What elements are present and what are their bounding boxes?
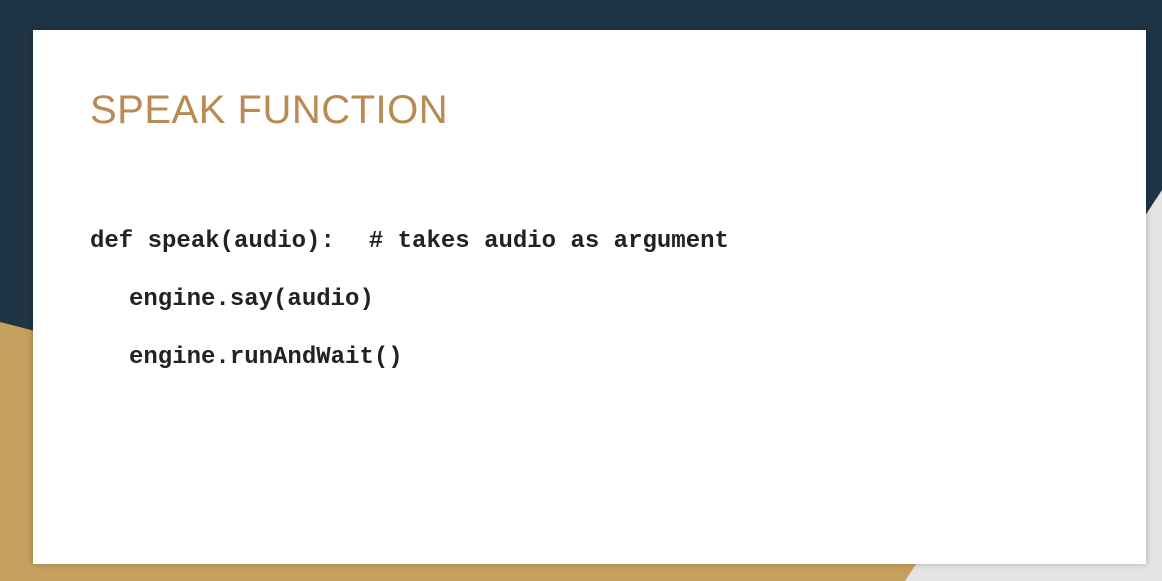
code-line-say: engine.say(audio) [129,286,374,313]
code-def-statement: def speak(audio): [90,228,335,255]
code-line-run: engine.runAndWait() [129,344,403,371]
presentation-slide: SPEAK FUNCTION def speak(audio): # takes … [0,0,1162,581]
code-line-def: def speak(audio): # takes audio as argume… [90,213,729,271]
slide-title: SPEAK FUNCTION [90,88,449,132]
code-comment: # takes audio as argument [368,228,729,255]
code-block: def speak(audio): # takes audio as argume… [90,213,729,387]
